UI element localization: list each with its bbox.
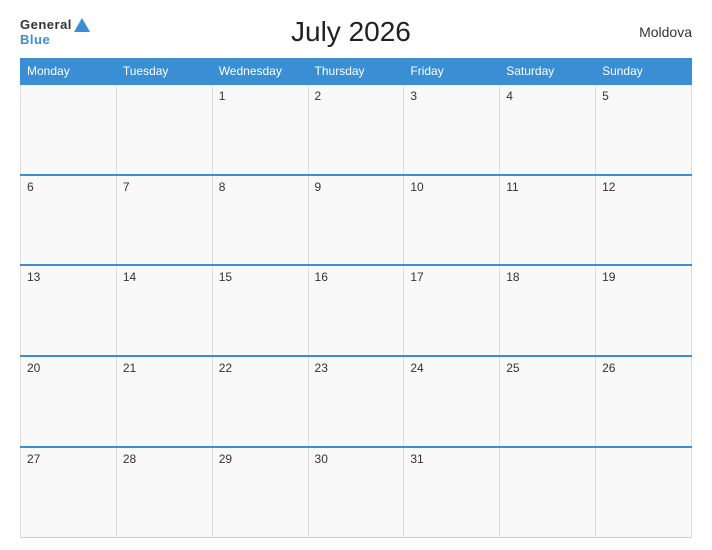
calendar-day-cell: 9 — [308, 175, 404, 266]
calendar-day-cell: 8 — [212, 175, 308, 266]
calendar-day-cell: 10 — [404, 175, 500, 266]
calendar-table: Monday Tuesday Wednesday Thursday Friday… — [20, 58, 692, 538]
calendar-day-cell: 31 — [404, 447, 500, 538]
day-number: 24 — [410, 361, 423, 375]
calendar-page: General Blue July 2026 Moldova Monday Tu… — [0, 0, 712, 550]
calendar-day-cell: 16 — [308, 265, 404, 356]
header-monday: Monday — [21, 59, 117, 85]
calendar-day-cell — [500, 447, 596, 538]
calendar-day-cell — [21, 84, 117, 175]
calendar-week-row: 1 2 3 4 5 — [21, 84, 692, 175]
day-number: 18 — [506, 270, 519, 284]
day-number: 12 — [602, 180, 615, 194]
logo-blue-text: Blue — [20, 32, 50, 47]
header-saturday: Saturday — [500, 59, 596, 85]
day-number: 7 — [123, 180, 130, 194]
logo-flag-icon — [74, 18, 90, 32]
logo-general-text: General — [20, 17, 72, 32]
day-number: 19 — [602, 270, 615, 284]
calendar-day-cell: 25 — [500, 356, 596, 447]
calendar-day-cell: 14 — [116, 265, 212, 356]
logo: General Blue — [20, 17, 90, 47]
calendar-day-cell: 27 — [21, 447, 117, 538]
day-number: 8 — [219, 180, 226, 194]
header-wednesday: Wednesday — [212, 59, 308, 85]
calendar-week-row: 20 21 22 23 24 25 26 — [21, 356, 692, 447]
calendar-day-cell: 19 — [596, 265, 692, 356]
calendar-day-cell: 13 — [21, 265, 117, 356]
day-number: 21 — [123, 361, 136, 375]
day-number: 20 — [27, 361, 40, 375]
day-number: 6 — [27, 180, 34, 194]
calendar-week-row: 13 14 15 16 17 18 19 — [21, 265, 692, 356]
calendar-day-cell: 2 — [308, 84, 404, 175]
day-number: 26 — [602, 361, 615, 375]
day-number: 16 — [315, 270, 328, 284]
day-number: 23 — [315, 361, 328, 375]
calendar-day-cell: 21 — [116, 356, 212, 447]
day-number: 2 — [315, 89, 322, 103]
day-number: 1 — [219, 89, 226, 103]
header-friday: Friday — [404, 59, 500, 85]
day-number: 10 — [410, 180, 423, 194]
calendar-day-cell: 29 — [212, 447, 308, 538]
day-number: 4 — [506, 89, 513, 103]
day-number: 13 — [27, 270, 40, 284]
calendar-day-cell: 17 — [404, 265, 500, 356]
calendar-day-cell: 20 — [21, 356, 117, 447]
day-number: 25 — [506, 361, 519, 375]
calendar-day-cell: 4 — [500, 84, 596, 175]
day-number: 14 — [123, 270, 136, 284]
calendar-day-cell: 24 — [404, 356, 500, 447]
calendar-day-cell: 7 — [116, 175, 212, 266]
calendar-day-cell: 12 — [596, 175, 692, 266]
header-tuesday: Tuesday — [116, 59, 212, 85]
calendar-week-row: 6 7 8 9 10 11 12 — [21, 175, 692, 266]
calendar-title: July 2026 — [90, 16, 612, 48]
weekday-header-row: Monday Tuesday Wednesday Thursday Friday… — [21, 59, 692, 85]
calendar-day-cell: 23 — [308, 356, 404, 447]
calendar-day-cell: 15 — [212, 265, 308, 356]
calendar-day-cell: 3 — [404, 84, 500, 175]
day-number: 22 — [219, 361, 232, 375]
calendar-day-cell: 26 — [596, 356, 692, 447]
header-sunday: Sunday — [596, 59, 692, 85]
day-number: 28 — [123, 452, 136, 466]
calendar-day-cell — [596, 447, 692, 538]
calendar-day-cell — [116, 84, 212, 175]
day-number: 30 — [315, 452, 328, 466]
day-number: 9 — [315, 180, 322, 194]
calendar-day-cell: 22 — [212, 356, 308, 447]
calendar-day-cell: 6 — [21, 175, 117, 266]
header-thursday: Thursday — [308, 59, 404, 85]
calendar-day-cell: 1 — [212, 84, 308, 175]
day-number: 17 — [410, 270, 423, 284]
day-number: 5 — [602, 89, 609, 103]
calendar-day-cell: 18 — [500, 265, 596, 356]
country-label: Moldova — [612, 24, 692, 40]
calendar-day-cell: 5 — [596, 84, 692, 175]
calendar-day-cell: 30 — [308, 447, 404, 538]
header: General Blue July 2026 Moldova — [20, 16, 692, 48]
day-number: 31 — [410, 452, 423, 466]
calendar-day-cell: 28 — [116, 447, 212, 538]
day-number: 29 — [219, 452, 232, 466]
day-number: 3 — [410, 89, 417, 103]
calendar-week-row: 27 28 29 30 31 — [21, 447, 692, 538]
calendar-body: 1234567891011121314151617181920212223242… — [21, 84, 692, 538]
calendar-day-cell: 11 — [500, 175, 596, 266]
day-number: 27 — [27, 452, 40, 466]
day-number: 11 — [506, 180, 518, 194]
day-number: 15 — [219, 270, 232, 284]
